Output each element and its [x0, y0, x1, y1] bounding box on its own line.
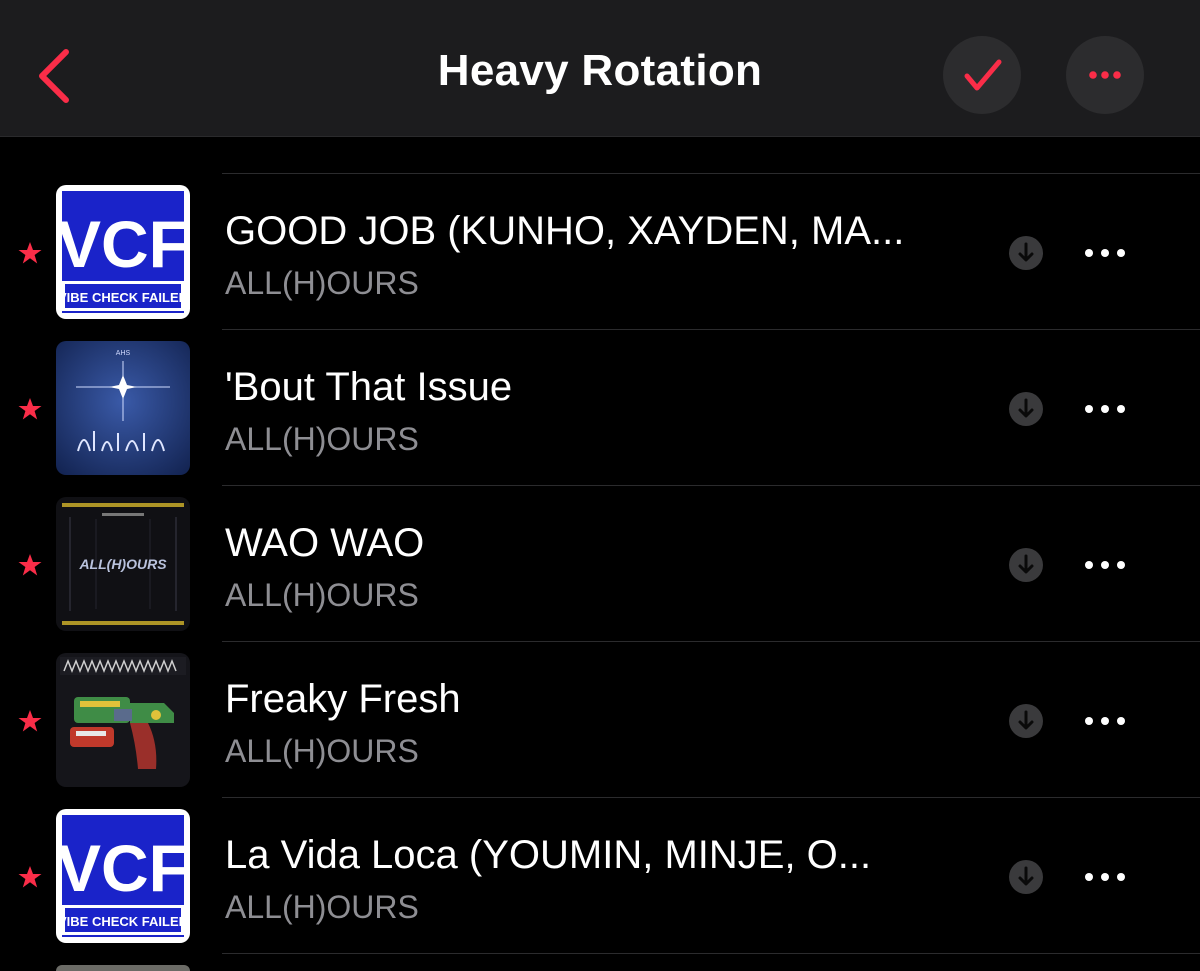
song-artist: ALL(H)OURS	[225, 577, 419, 613]
song-row[interactable]: AHS 'Bout That Issue ALL(H)OURS	[0, 329, 1200, 485]
album-artwork	[56, 965, 190, 971]
song-title: 'Bout That Issue	[225, 365, 513, 409]
album-artwork: AHS	[56, 341, 190, 475]
album-artwork	[56, 653, 190, 787]
ellipsis-icon[interactable]	[1078, 706, 1132, 736]
artwork-subtitle-text: VIBE CHECK FAILED	[58, 290, 188, 305]
nav-header: Heavy Rotation	[0, 0, 1200, 137]
song-artist: ALL(H)OURS	[225, 421, 419, 457]
row-divider	[222, 641, 1200, 642]
ellipsis-icon[interactable]	[1078, 394, 1132, 424]
row-divider	[222, 797, 1200, 798]
ellipsis-icon[interactable]	[1078, 238, 1132, 268]
ellipsis-icon[interactable]	[1078, 862, 1132, 892]
song-artist: ALL(H)OURS	[225, 889, 419, 925]
favorite-star-icon	[18, 554, 42, 576]
svg-text:AHS: AHS	[116, 350, 131, 357]
checkmark-icon	[964, 59, 1002, 91]
album-artwork: VCF VIBE CHECK FAILED	[56, 185, 190, 319]
select-button[interactable]	[943, 36, 1021, 114]
song-row[interactable]: ALL(H)OURS WAO WAO ALL(H)OURS	[0, 485, 1200, 641]
song-title: La Vida Loca (YOUMIN, MINJE, O...	[225, 833, 872, 877]
artwork-logo-text: VCF	[57, 831, 189, 905]
ellipsis-icon[interactable]	[1078, 550, 1132, 580]
album-artwork: ALL(H)OURS	[56, 497, 190, 631]
favorite-star-icon	[18, 242, 42, 264]
song-row[interactable]: Freaky Fresh ALL(H)OURS	[0, 641, 1200, 797]
download-icon[interactable]	[1008, 859, 1044, 895]
row-divider	[222, 173, 1200, 174]
song-artist: ALL(H)OURS	[225, 265, 419, 301]
song-title: Freaky Fresh	[225, 677, 461, 721]
artwork-logo-text: VCF	[57, 207, 189, 281]
song-row[interactable]: VCF VIBE CHECK FAILED La Vida Loca (YOUM…	[0, 797, 1200, 953]
svg-text:ALL(H)OURS: ALL(H)OURS	[78, 556, 167, 572]
row-divider	[222, 953, 1200, 954]
favorite-star-icon	[18, 710, 42, 732]
song-row-partial	[0, 953, 1200, 971]
download-icon[interactable]	[1008, 547, 1044, 583]
favorite-star-icon	[18, 398, 42, 420]
song-title: WAO WAO	[225, 521, 425, 565]
song-row[interactable]: VCF VIBE CHECK FAILED GOOD JOB (KUNHO, X…	[0, 173, 1200, 329]
more-options-button[interactable]	[1066, 36, 1144, 114]
download-icon[interactable]	[1008, 703, 1044, 739]
ellipsis-icon	[1089, 71, 1121, 79]
favorite-star-icon	[18, 866, 42, 888]
download-icon[interactable]	[1008, 235, 1044, 271]
song-title: GOOD JOB (KUNHO, XAYDEN, MA...	[225, 209, 905, 253]
row-divider	[222, 329, 1200, 330]
artwork-subtitle-text: VIBE CHECK FAILED	[58, 914, 188, 929]
song-artist: ALL(H)OURS	[225, 733, 419, 769]
album-artwork: VCF VIBE CHECK FAILED	[56, 809, 190, 943]
download-icon[interactable]	[1008, 391, 1044, 427]
row-divider	[222, 485, 1200, 486]
